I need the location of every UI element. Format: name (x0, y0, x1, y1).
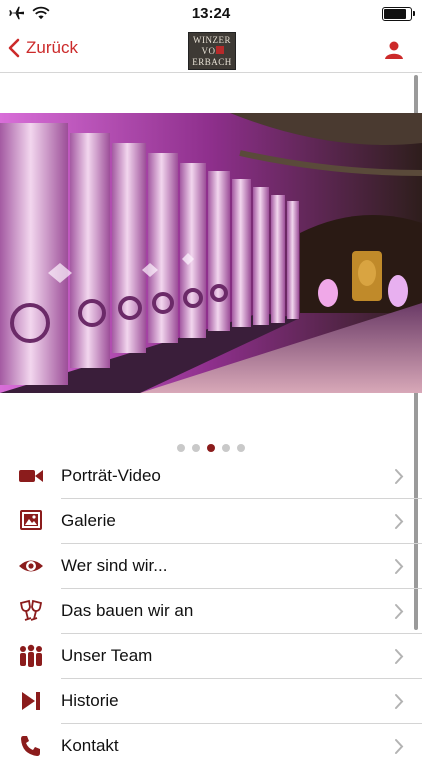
carousel-page-indicator (0, 444, 422, 452)
page-dot[interactable] (192, 444, 200, 452)
menu-item-label: Porträt-Video (61, 466, 161, 485)
back-label: Zurück (26, 38, 78, 57)
navigation-bar: Zurück WINZER VON ERBACH (0, 28, 422, 73)
skip-forward-icon (22, 692, 40, 710)
menu-item-label: Historie (61, 691, 119, 710)
menu-item-kontakt[interactable]: Kontakt (0, 724, 422, 769)
menu-item-label: Das bauen wir an (61, 601, 194, 620)
menu-item-label: Wer sind wir... (61, 556, 168, 575)
menu-item-label: Unser Team (61, 646, 153, 665)
winzer-von-erbach-logo: WINZER VON ERBACH (188, 32, 236, 70)
hero-image-wine-cellar[interactable] (0, 113, 422, 393)
logo-line-2: VON (201, 46, 223, 56)
status-bar: 13:24 (0, 0, 422, 28)
logo-crest (216, 46, 224, 54)
page-dot[interactable] (222, 444, 230, 452)
wine-cellar-illustration (0, 113, 422, 393)
photo-gallery-icon (20, 510, 42, 530)
chevron-right-icon (395, 649, 404, 664)
menu-item-unser-team[interactable]: Unser Team (0, 634, 422, 679)
menu-item-das-bauen-wir-an[interactable]: Das bauen wir an (0, 589, 422, 634)
menu-list: Porträt-Video Galerie Wer sind wir... Da… (0, 454, 422, 769)
eye-icon (19, 560, 43, 572)
video-camera-icon (19, 470, 43, 482)
logo-line-1: WINZER (193, 35, 231, 45)
menu-item-wer-sind-wir[interactable]: Wer sind wir... (0, 544, 422, 589)
page-dot-active[interactable] (207, 444, 215, 452)
team-people-icon (20, 644, 42, 667)
page-dot[interactable] (177, 444, 185, 452)
back-button[interactable]: Zurück (8, 38, 78, 58)
battery-icon (382, 7, 415, 21)
status-time: 13:24 (191, 5, 231, 22)
chevron-right-icon (395, 469, 404, 484)
wine-glasses-icon (19, 599, 43, 621)
chevron-left-icon (8, 38, 20, 58)
chevron-right-icon (395, 604, 404, 619)
menu-item-galerie[interactable]: Galerie (0, 499, 422, 544)
user-profile-icon[interactable] (384, 40, 404, 60)
chevron-right-icon (395, 739, 404, 754)
chevron-right-icon (395, 559, 404, 574)
chevron-right-icon (395, 694, 404, 709)
menu-item-label: Kontakt (61, 736, 119, 755)
menu-item-historie[interactable]: Historie (0, 679, 422, 724)
logo-line-3: ERBACH (192, 57, 232, 67)
page-dot[interactable] (237, 444, 245, 452)
phone-icon (21, 736, 40, 756)
chevron-right-icon (395, 514, 404, 529)
menu-item-portrait-video[interactable]: Porträt-Video (0, 454, 422, 499)
menu-item-label: Galerie (61, 511, 116, 530)
